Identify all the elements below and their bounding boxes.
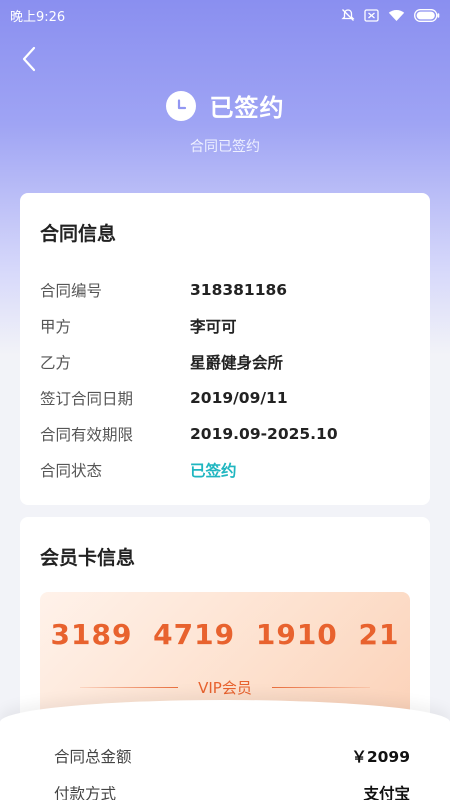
payment-method-label: 付款方式	[54, 785, 117, 800]
info-row-sign-date: 签订合同日期 2019/09/11	[40, 380, 410, 416]
info-label: 合同状态	[40, 462, 103, 480]
status-subtitle: 合同已签约	[190, 139, 260, 155]
info-row-contract-number: 合同编号 318381186	[40, 272, 410, 308]
contract-status-header: 已签约	[0, 88, 450, 123]
divider	[272, 687, 370, 688]
wifi-icon	[388, 9, 405, 21]
payment-method-row: 付款方式 支付宝	[54, 782, 410, 800]
info-label: 甲方	[40, 318, 72, 336]
contract-info-title: 合同信息	[40, 223, 117, 245]
info-value: 星爵健身会所	[190, 354, 284, 372]
payment-method-value: 支付宝	[363, 785, 410, 800]
vip-card-number: 3189 4719 1910 21	[50, 618, 400, 651]
back-button[interactable]	[14, 44, 44, 74]
contract-info-card: 合同信息 合同编号 318381186 甲方 李可可 乙方 星爵健身会所 签订合…	[20, 193, 430, 505]
info-row-status: 合同状态 已签约	[40, 452, 410, 488]
status-title: 已签约	[209, 94, 285, 122]
battery-icon	[414, 8, 440, 22]
status-time: 晚上9:26	[10, 9, 66, 25]
info-label: 乙方	[40, 354, 72, 372]
status-bar: 晚上9:26	[0, 0, 450, 30]
mute-icon	[341, 9, 355, 21]
status-icons	[341, 8, 440, 22]
info-row-party-a: 甲方 李可可	[40, 308, 410, 344]
member-card-title: 会员卡信息	[40, 547, 136, 569]
info-label: 合同有效期限	[40, 426, 134, 444]
info-value: 2019/09/11	[190, 389, 288, 407]
status-badge: 已签约	[190, 462, 237, 480]
screen: 晚上9:26 已签约 合同已签约 合同信息 合同编号 318381186 甲方 …	[0, 0, 450, 800]
info-value: 2019.09-2025.10	[190, 425, 338, 443]
total-amount-label: 合同总金额	[54, 748, 132, 766]
total-amount-row: 合同总金额 ￥2099	[54, 745, 410, 767]
back-arrow-icon	[22, 46, 36, 72]
info-label: 合同编号	[40, 282, 103, 300]
clock-icon	[165, 90, 196, 121]
info-value: 李可可	[190, 318, 237, 336]
total-amount-value: ￥2099	[351, 748, 410, 766]
info-row-validity: 合同有效期限 2019.09-2025.10	[40, 416, 410, 452]
info-row-party-b: 乙方 星爵健身会所	[40, 344, 410, 380]
sim-icon	[364, 8, 379, 22]
info-value: 318381186	[190, 281, 288, 299]
info-label: 签订合同日期	[40, 390, 134, 408]
